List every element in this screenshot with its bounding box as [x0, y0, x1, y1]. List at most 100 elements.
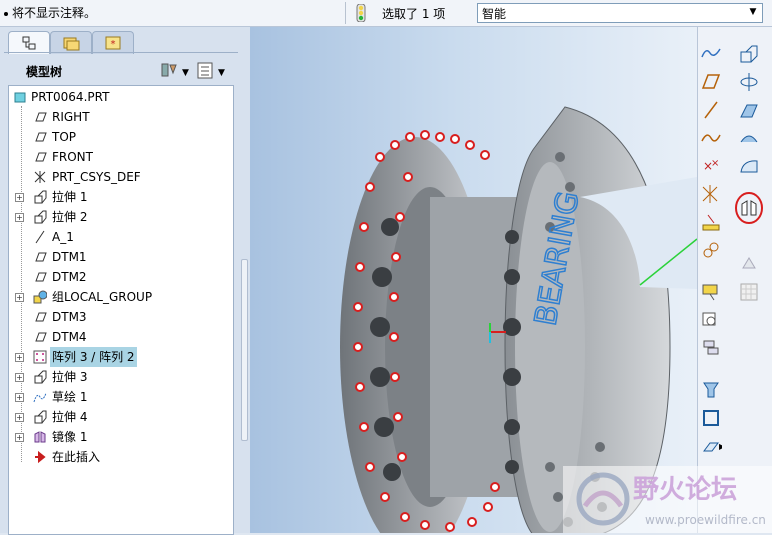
splitter-grip[interactable] [241, 259, 248, 441]
selection-count: 选取了 1 项 [382, 7, 446, 21]
filter-value: 智能 [482, 7, 507, 21]
sketch-icon [33, 392, 47, 403]
chevron-down-icon[interactable]: ▼ [746, 5, 760, 19]
grid-tool-icon[interactable] [738, 281, 760, 303]
tree-item-dtm2[interactable]: DTM2 [9, 267, 231, 287]
tree-item-dtm1[interactable]: DTM1 [9, 247, 231, 267]
message-text: 将不显示注释。 [12, 6, 97, 20]
csys-tool-icon[interactable] [700, 183, 722, 205]
extrude-tool-icon[interactable] [738, 43, 760, 65]
datum-axis-icon [35, 230, 45, 244]
expand-icon[interactable]: + [15, 353, 24, 362]
note-tool-icon[interactable] [700, 309, 722, 331]
tree-item-dtm3[interactable]: DTM3 [9, 307, 231, 327]
expand-icon[interactable]: + [15, 433, 24, 442]
forum-watermark: 野火论坛 www.proewildfire.cn [563, 466, 772, 533]
mirror-icon [34, 431, 46, 443]
svg-text:×: × [711, 158, 719, 169]
boundary-tool-icon[interactable] [738, 155, 760, 177]
part-icon [14, 92, 26, 103]
tree-item-csys[interactable]: PRT_CSYS_DEF [9, 167, 231, 187]
divider [345, 2, 346, 24]
datum-plane-icon [35, 252, 47, 262]
status-bar: 将不显示注释。 选取了 1 项 智能 ▼ [0, 0, 772, 27]
layer-tool-icon[interactable] [700, 337, 722, 359]
tree-item-extrude-1[interactable]: + 拉伸 1 [9, 187, 231, 207]
sketch-tool-icon[interactable] [700, 43, 722, 65]
group-icon [33, 290, 47, 304]
graphics-window[interactable]: BEARING [250, 27, 697, 533]
tree-item-front[interactable]: FRONT [9, 147, 231, 167]
tree-item-insert-here[interactable]: 在此插入 [9, 447, 231, 467]
tree-item-root[interactable]: PRT0064.PRT [9, 87, 231, 107]
tab-model-tree[interactable] [8, 31, 50, 54]
datum-plane-icon [35, 132, 47, 142]
datum-plane-icon [35, 332, 47, 342]
expand-icon[interactable]: + [15, 413, 24, 422]
chain-tool-icon[interactable] [700, 239, 722, 261]
extrude-icon [34, 190, 47, 204]
tree-item-mirror-1[interactable]: + 镜像 1 [9, 427, 231, 447]
csys-icon [34, 171, 46, 183]
tree-item-right[interactable]: RIGHT [9, 107, 231, 127]
highlight-circle [735, 192, 763, 224]
svg-text:*: * [111, 39, 116, 50]
tree-item-extrude-4[interactable]: + 拉伸 4 [9, 407, 231, 427]
favorites-icon: * [105, 36, 121, 50]
selection-filter-dropdown[interactable]: 智能 ▼ [477, 3, 763, 23]
annotation-tool-icon[interactable] [700, 281, 722, 303]
expand-icon[interactable]: + [15, 293, 24, 302]
wrap-tool-icon[interactable] [738, 253, 760, 275]
tree-item-axis[interactable]: A_1 [9, 227, 231, 247]
datum-curve-tool-icon[interactable] [700, 127, 722, 149]
model-tree-title: 模型树 [26, 65, 63, 79]
datum-axis-tool-icon[interactable] [700, 99, 722, 121]
datum-plane-icon [35, 272, 47, 282]
settings-icon[interactable]: ▼ [161, 63, 189, 78]
tree-item-sketch-1[interactable]: + 草绘 1 [9, 387, 231, 407]
tree-item-extrude-2[interactable]: + 拉伸 2 [9, 207, 231, 227]
model-tree-tools: ▼ ▼ [160, 61, 230, 84]
datum-plane-tool-icon[interactable] [700, 71, 722, 93]
bullet-icon [4, 11, 8, 16]
tree-item-top[interactable]: TOP [9, 127, 231, 147]
feature-toolbar: ×× ▶ [697, 27, 772, 533]
message-line: 将不显示注释。 [4, 4, 96, 21]
hole-tool-icon[interactable] [700, 379, 722, 401]
svg-text:▼: ▼ [182, 68, 189, 78]
panel-splitter[interactable] [238, 27, 250, 533]
extrude-icon [34, 370, 47, 384]
tree-item-extrude-3[interactable]: + 拉伸 3 [9, 367, 231, 387]
expand-icon[interactable]: + [15, 193, 24, 202]
datum-plane-icon [35, 312, 47, 322]
tab-folder-browser[interactable] [50, 31, 92, 54]
insert-arrow-icon [35, 450, 46, 464]
extrude-icon [34, 210, 47, 224]
show-icon[interactable]: ▼ [197, 62, 225, 79]
tree-item-dtm4[interactable]: DTM4 [9, 327, 231, 347]
shell-tool-icon[interactable] [700, 407, 722, 429]
rib-tool-icon[interactable]: ▶ [700, 435, 722, 457]
revolve-tool-icon[interactable] [738, 71, 760, 93]
model-tree[interactable]: PRT0064.PRT RIGHT TOP FRONT PRT_CSYS_DEF… [8, 85, 234, 535]
bearing-model[interactable]: BEARING [250, 27, 697, 533]
expand-icon[interactable]: + [15, 393, 24, 402]
expand-icon[interactable]: + [15, 213, 24, 222]
svg-text:▼: ▼ [218, 68, 225, 78]
traffic-light-icon[interactable] [356, 4, 366, 22]
tree-item-group[interactable]: + 组LOCAL_GROUP [9, 287, 231, 307]
datum-point-tool-icon[interactable]: ×× [700, 155, 722, 177]
extrude-icon [34, 410, 47, 424]
folder-icon [63, 37, 80, 51]
tab-favorites[interactable]: * [92, 31, 134, 54]
sweep-tool-icon[interactable] [738, 99, 760, 121]
expand-icon[interactable]: + [15, 373, 24, 382]
watermark-url: www.proewildfire.cn [645, 513, 766, 527]
datum-plane-icon [35, 152, 47, 162]
navigator-panel: * 模型树 ▼ ▼ PRT0064.PRT RIGHT TOP FRONT PR… [0, 27, 250, 535]
blend-tool-icon[interactable] [738, 127, 760, 149]
analysis-tool-icon[interactable] [700, 211, 722, 233]
tree-item-pattern[interactable]: + 阵列 3 / 阵列 2 [9, 347, 231, 367]
tree-icon [22, 36, 36, 50]
watermark-title: 野火论坛 [633, 475, 737, 505]
